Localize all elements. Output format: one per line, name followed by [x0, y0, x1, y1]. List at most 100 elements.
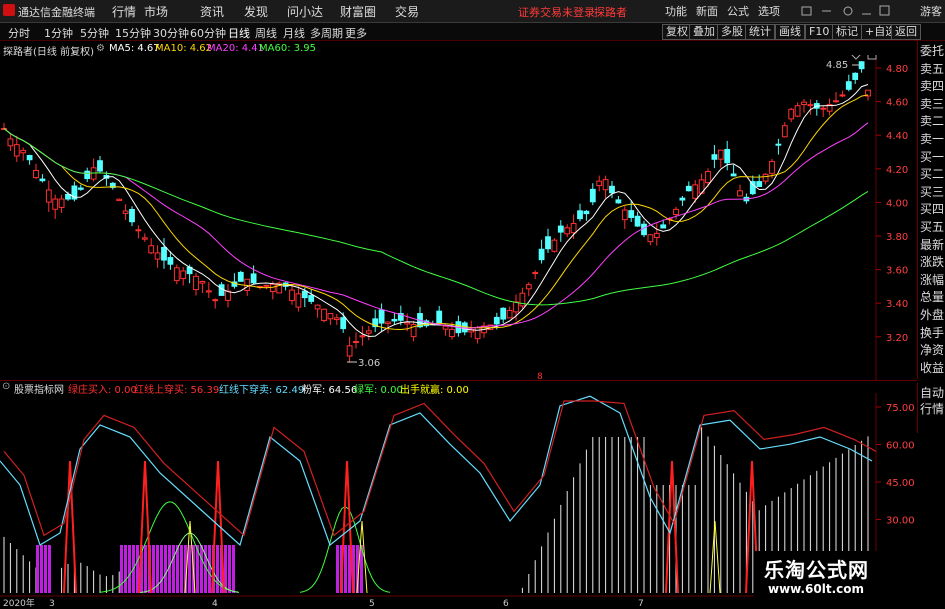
candle-body	[225, 290, 231, 301]
candle-body	[58, 198, 65, 208]
side-button[interactable]: 外盘	[920, 308, 944, 322]
candle-body	[506, 309, 513, 319]
btn-new-page[interactable]: 新面	[696, 3, 718, 19]
candle-body	[557, 225, 564, 233]
side-button[interactable]: 总量	[920, 290, 944, 304]
btn-multi-stock[interactable]: 多股	[717, 24, 747, 40]
menu-market[interactable]: 市场	[144, 3, 168, 20]
side-button[interactable]: 卖一	[920, 132, 944, 146]
side-button[interactable]: 卖四	[920, 79, 944, 93]
side-button[interactable]: 买一	[920, 150, 944, 164]
guest-label[interactable]: 游客	[920, 3, 942, 19]
pink-army-bar	[344, 545, 347, 593]
menu-trade[interactable]: 交易	[395, 3, 419, 20]
side-button[interactable]: 买五	[920, 220, 944, 234]
btn-options[interactable]: 选项	[758, 3, 780, 19]
period-weekly[interactable]: 周线	[255, 25, 277, 41]
pink-army-bar	[180, 545, 183, 593]
side-button[interactable]: 最新	[920, 238, 944, 252]
side-button[interactable]: 买二	[920, 167, 944, 181]
side-button[interactable]: 涨幅	[920, 273, 944, 287]
btn-back[interactable]: 返回	[891, 24, 921, 40]
btn-formula[interactable]: 公式	[727, 3, 749, 19]
period-daily[interactable]: 日线	[228, 25, 250, 41]
indicator-body	[0, 395, 877, 594]
candle-body	[359, 335, 366, 338]
side-button[interactable]: 净资	[920, 343, 944, 357]
watermark-url: www.60lt.com	[768, 582, 865, 596]
side-auto[interactable]: 自动	[920, 386, 944, 400]
menu-discover[interactable]: 发现	[244, 3, 268, 20]
price-tick-label: 3.80	[886, 232, 908, 243]
candle-body	[660, 224, 667, 229]
high-label: 4.85	[826, 60, 848, 71]
side-button[interactable]: 委托	[920, 44, 944, 58]
candle-body	[154, 252, 161, 260]
btn-function[interactable]: 功能	[665, 3, 687, 19]
side-button[interactable]: 卖二	[920, 114, 944, 128]
period-60min[interactable]: 60分钟	[190, 25, 226, 41]
period-intraday[interactable]: 分时	[8, 25, 30, 41]
candle-body	[385, 321, 391, 325]
candle-body	[84, 170, 91, 180]
indicator-collapse-icon[interactable]: ⊙	[2, 381, 10, 392]
candle-body	[788, 108, 795, 120]
period-15min[interactable]: 15分钟	[115, 25, 151, 41]
pink-army-bar	[36, 545, 39, 593]
login-notice[interactable]: 证券交易未登录	[518, 4, 595, 20]
ma5-value: MA5: 4.67	[109, 43, 160, 54]
candle-body	[301, 290, 308, 299]
candle-body	[602, 179, 609, 191]
candle-body	[308, 295, 315, 302]
candle-body	[532, 272, 539, 275]
candle-body	[20, 149, 27, 154]
period-5min[interactable]: 5分钟	[80, 25, 109, 41]
candle-body	[167, 257, 174, 265]
side-button[interactable]: 换手	[920, 326, 944, 340]
menu-wealth[interactable]: 财富圈	[340, 3, 376, 20]
period-30min[interactable]: 30分钟	[153, 25, 189, 41]
btn-adjust[interactable]: 复权	[662, 24, 692, 40]
pink-army-bar	[208, 545, 211, 593]
side-button[interactable]: 涨跌	[920, 255, 944, 269]
app-title: 通达信金融终端	[18, 6, 95, 19]
candlestick-chart[interactable]: 4.80 4.60 4.40 4.20 4.00 3.80 3.60 3.40 3.20 4.8…	[0, 55, 917, 381]
candle-body	[39, 178, 46, 182]
btn-stats[interactable]: 统计	[745, 24, 775, 40]
candle-body	[173, 267, 180, 282]
side-button[interactable]: 买三	[920, 185, 944, 199]
candle-body	[122, 210, 129, 214]
date-label-year: 2020年	[3, 597, 35, 609]
candle-body	[161, 246, 167, 261]
menu-quotes[interactable]: 行情	[112, 3, 136, 20]
settings-icon[interactable]: ⚙	[96, 43, 105, 54]
pink-army-bar	[176, 545, 179, 593]
candle-body	[717, 149, 724, 160]
candle-body	[647, 234, 654, 243]
period-multi[interactable]: 多周期	[310, 25, 343, 41]
candle-body	[449, 328, 455, 338]
side-button[interactable]: 买四	[920, 202, 944, 216]
candle-body	[628, 210, 635, 218]
btn-overlay[interactable]: 叠加	[689, 24, 719, 40]
side-quote[interactable]: 行情	[920, 402, 944, 416]
btn-f10[interactable]: F10	[805, 24, 834, 40]
period-1min[interactable]: 1分钟	[44, 25, 73, 41]
candle-body	[711, 154, 718, 160]
stock-link[interactable]: 探路者	[594, 4, 627, 20]
btn-draw[interactable]: 画线	[775, 24, 805, 40]
candle-body	[634, 215, 641, 227]
btn-mark[interactable]: 标记	[832, 24, 862, 40]
diamond-icon	[851, 55, 861, 60]
candle-body	[404, 321, 411, 325]
period-more[interactable]: 更多	[345, 25, 367, 41]
menu-news[interactable]: 资讯	[200, 3, 224, 20]
menu-ask[interactable]: 问小达	[287, 3, 323, 20]
period-monthly[interactable]: 月线	[283, 25, 305, 41]
side-button[interactable]: 收益	[920, 361, 944, 375]
side-button[interactable]: 卖五	[920, 62, 944, 76]
candle-body	[45, 189, 52, 203]
price-tick-label: 4.40	[886, 131, 908, 142]
ma-line	[3, 122, 869, 329]
side-button[interactable]: 卖三	[920, 97, 944, 111]
